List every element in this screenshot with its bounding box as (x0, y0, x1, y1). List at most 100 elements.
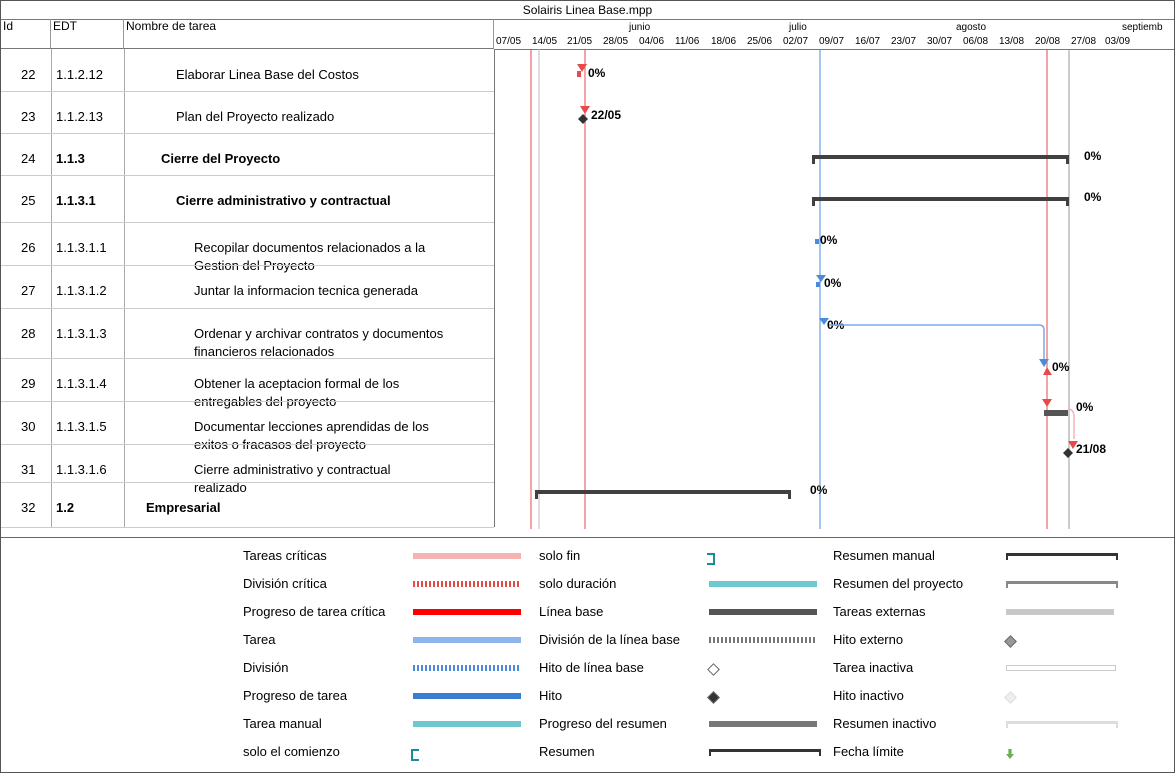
legend-swatch-light-red (413, 553, 521, 559)
row-id: 28 (21, 326, 36, 341)
timeline-week-label: 11/06 (675, 36, 700, 47)
row-id: 31 (21, 462, 36, 477)
row-id: 26 (21, 240, 36, 255)
row-task-name[interactable]: Obtener la aceptacion formal de los (194, 376, 399, 391)
summary-bar (535, 490, 791, 494)
column-header-edt[interactable]: EDT (51, 19, 124, 49)
bar-label-25: 0% (1084, 190, 1102, 204)
timeline-week-label: 21/05 (567, 36, 593, 47)
row-divider (1, 265, 494, 266)
legend-label: División crítica (243, 576, 327, 591)
summary-bar (812, 197, 1069, 201)
timeline-week-label: 30/07 (927, 36, 953, 47)
dependency-link (829, 324, 1045, 359)
legend-swatch-green-arrow (1006, 749, 1014, 759)
legend-label: Tarea inactiva (833, 660, 914, 675)
timeline-week-label: 06/08 (963, 36, 989, 47)
summary-cap (812, 197, 815, 206)
row-edt: 1.2 (56, 500, 75, 515)
row-task-name-line2: financieros relacionados (194, 344, 335, 359)
bar-label-30: 0% (1076, 400, 1094, 414)
legend-swatch-grey2 (709, 721, 817, 727)
row-task-name[interactable]: Cierre del Proyecto (161, 151, 280, 166)
legend-swatch-black-bracket (709, 749, 821, 756)
legend-label: solo el comienzo (243, 744, 340, 759)
row-task-name[interactable]: Ordenar y archivar contratos y documento… (194, 326, 443, 341)
legend-label: Progreso de tarea (243, 688, 348, 703)
row-divider (1, 222, 494, 223)
timeline-week-label: 03/09 (1105, 36, 1131, 47)
row-divider (1, 401, 494, 402)
legend-label: Resumen del proyecto (833, 576, 964, 591)
legend-swatch-start-bracket (411, 749, 419, 761)
legend-label: Hito externo (833, 632, 904, 647)
legend-label: Resumen inactivo (833, 716, 937, 731)
legend: Tareas críticas División crítica Progreso … (1, 537, 1174, 774)
row-edt: 1.1.2.12 (56, 67, 103, 82)
row-divider (1, 133, 494, 134)
row-task-name[interactable]: Juntar la informacion tecnica generada (194, 283, 418, 298)
bar-label-27: 0% (824, 276, 842, 290)
row-task-name[interactable]: Plan del Proyecto realizado (176, 109, 334, 124)
bar-label-22: 0% (588, 66, 606, 80)
critical-task-bar (577, 71, 581, 77)
timeline-week-label: 02/07 (783, 36, 809, 47)
legend-swatch-grey-bracket (1006, 581, 1118, 588)
bar-label-24: 0% (1084, 149, 1102, 163)
row-id: 32 (21, 500, 36, 515)
legend-label: Hito inactivo (833, 688, 904, 703)
legend-swatch-light-grey (1006, 609, 1114, 615)
critical-arrow (1042, 399, 1052, 407)
row-divider (1, 175, 494, 176)
legend-swatch-pale-diamond (1004, 691, 1017, 704)
legend-label: Hito de línea base (539, 660, 644, 675)
row-task-name[interactable]: Recopilar documentos relacionados a la (194, 240, 425, 255)
timeline-week-label: 18/06 (711, 36, 737, 47)
legend-swatch-pale-bracket (1006, 721, 1118, 728)
baseline-bar (1044, 410, 1068, 416)
timeline-week-label: 04/06 (639, 36, 665, 47)
legend-label: Tareas críticas (243, 548, 327, 563)
legend-swatch-blue-dotted (413, 665, 521, 671)
row-task-name[interactable]: Documentar lecciones aprendidas de los (194, 419, 429, 434)
legend-label: Fecha límite (833, 744, 904, 759)
legend-swatch-grey-diamond (1004, 635, 1017, 648)
bar-label-31: 21/08 (1076, 442, 1106, 456)
timeline-week-label: 27/08 (1071, 36, 1097, 47)
row-edt: 1.1.2.13 (56, 109, 103, 124)
timeline-week-label: 16/07 (855, 36, 881, 47)
row-task-name[interactable]: Elaborar Linea Base del Costos (176, 67, 359, 82)
row-divider (1, 444, 494, 445)
summary-cap (1066, 197, 1069, 206)
row-divider (1, 482, 494, 483)
column-header-id[interactable]: Id (1, 19, 51, 49)
summary-bar (812, 155, 1069, 159)
timeline-week-label: 28/05 (603, 36, 629, 47)
timeline-week-label: 07/05 (496, 36, 522, 47)
row-task-name[interactable]: Cierre administrativo y contractual (194, 462, 391, 477)
row-edt: 1.1.3.1.5 (56, 419, 107, 434)
row-task-name[interactable]: Empresarial (146, 500, 220, 515)
timeline-week-label: 13/08 (999, 36, 1025, 47)
milestone-diamond (1063, 448, 1073, 458)
legend-swatch-red (413, 609, 521, 615)
timeline-header: junio julio agosto septiemb 07/05 14/05 21/05… (494, 19, 1174, 50)
timeline-month-label: septiemb (1122, 22, 1163, 33)
legend-label: Línea base (539, 604, 604, 619)
legend-swatch-light-blue (413, 637, 521, 643)
row-edt: 1.1.3.1.6 (56, 462, 107, 477)
timeline-week-label: 20/08 (1035, 36, 1061, 47)
row-divider (1, 527, 494, 528)
legend-label: Hito (539, 688, 563, 703)
row-task-name[interactable]: Cierre administrativo y contractual (176, 193, 391, 208)
legend-label: División de la línea base (539, 632, 680, 647)
row-divider (1, 358, 494, 359)
row-id: 23 (21, 109, 36, 124)
legend-label: Resumen manual (833, 548, 935, 563)
row-edt: 1.1.3.1 (56, 193, 96, 208)
legend-label: solo fin (539, 548, 581, 563)
bar-label-29: 0% (1052, 360, 1070, 374)
column-header-name[interactable]: Nombre de tarea (124, 19, 494, 49)
legend-swatch-hollow-diamond (707, 663, 720, 676)
legend-swatch-diamond (707, 691, 720, 704)
